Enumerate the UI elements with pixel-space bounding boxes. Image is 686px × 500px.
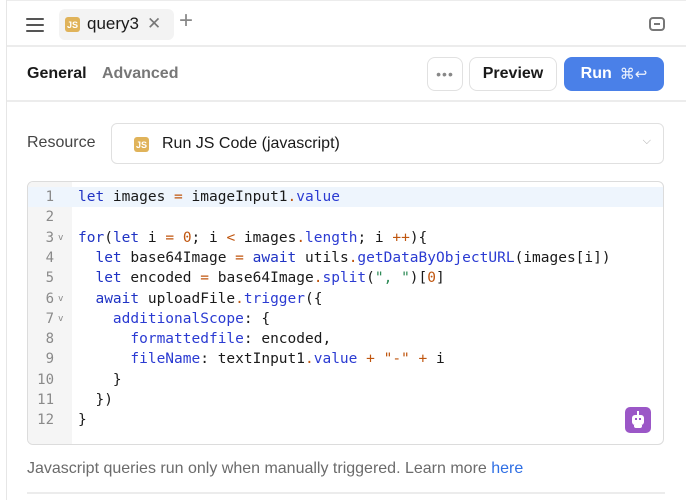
- ai-assistant-robot-icon[interactable]: [625, 407, 651, 433]
- code-text: }: [78, 412, 87, 429]
- query-editor-panel: JS query3 ✕ + General Advanced ••• Previ…: [6, 0, 686, 500]
- code-line[interactable]: 2: [28, 207, 663, 227]
- resource-select[interactable]: JS Run JS Code (javascript) ⌵: [111, 123, 664, 164]
- code-text: let encoded = base64Image.split(", ")[0]: [95, 270, 445, 287]
- code-line[interactable]: 1 let images = imageInput1.value: [28, 187, 663, 207]
- code-line[interactable]: 8 formattedfile: encoded,: [28, 329, 663, 349]
- js-icon: JS: [65, 17, 80, 32]
- code-line[interactable]: 10 }: [28, 370, 663, 390]
- code-text: }: [78, 371, 122, 388]
- code-line[interactable]: 3 v for(let i = 0; i < images.length; i ++…: [28, 228, 663, 248]
- divider: [27, 492, 665, 494]
- resource-value: Run JS Code (javascript): [162, 135, 340, 152]
- code-text: }): [78, 392, 113, 408]
- more-options-button[interactable]: •••: [427, 57, 463, 91]
- line-number: 3: [45, 229, 54, 246]
- code-line[interactable]: 7v additionalScope: {: [28, 309, 663, 329]
- tab-general[interactable]: General: [27, 65, 87, 83]
- code-text: let images = imageInput1.value: [78, 189, 340, 205]
- line-number: 10: [37, 371, 54, 388]
- query-toolbar: General Advanced ••• Preview Run ⌘↩: [7, 47, 686, 102]
- line-number: 8: [45, 331, 54, 348]
- code-editor[interactable]: 1 let images = imageInput1.value 2 3 v for(le…: [27, 181, 664, 445]
- resource-label: Resource: [27, 134, 96, 151]
- keyboard-shortcut-icon: ⌘↩: [619, 66, 648, 83]
- line-number: 1: [45, 189, 54, 205]
- info-note-text: Javascript queries run only when manuall…: [27, 460, 492, 477]
- line-number: 2: [45, 209, 54, 226]
- tab-query3[interactable]: JS query3 ✕: [59, 9, 174, 40]
- code-line[interactable]: 6v await uploadFile.trigger({: [28, 289, 663, 309]
- line-number: 7: [45, 310, 54, 327]
- code-line[interactable]: 12}: [28, 410, 663, 430]
- run-label: Run: [580, 65, 612, 82]
- code-line[interactable]: 11 }): [28, 390, 663, 410]
- query-tab-bar: JS query3 ✕ +: [7, 0, 686, 47]
- preview-button[interactable]: Preview: [469, 57, 557, 91]
- fold-chevron-icon[interactable]: v: [58, 228, 63, 248]
- code-text: fileName: textInput1.value + "-" + i: [130, 351, 445, 368]
- info-note: Javascript queries run only when manuall…: [27, 460, 523, 478]
- line-number: 11: [37, 392, 54, 408]
- run-button[interactable]: Run ⌘↩: [564, 57, 664, 91]
- code-text: await uploadFile.trigger({: [95, 290, 323, 307]
- code-text: formattedfile: encoded,: [130, 331, 332, 348]
- code-line[interactable]: 4 let base64Image = await utils.getDataB…: [28, 248, 663, 268]
- tab-label: query3: [87, 14, 139, 33]
- add-tab-button[interactable]: +: [179, 6, 193, 36]
- hamburger-icon[interactable]: [26, 17, 44, 32]
- chevron-down-icon: ⌵: [642, 135, 651, 147]
- code-text: additionalScope: {: [112, 310, 271, 327]
- line-number: 4: [45, 249, 54, 266]
- code-text: for(let i = 0; i < images.length; i ++){: [78, 229, 428, 246]
- line-number: 6: [45, 290, 54, 307]
- js-icon: JS: [134, 137, 149, 152]
- line-number: 5: [45, 270, 54, 287]
- preview-label: Preview: [482, 65, 544, 82]
- collapse-panel-icon[interactable]: [649, 17, 665, 31]
- fold-chevron-icon[interactable]: v: [58, 309, 63, 329]
- ellipsis-icon: •••: [436, 66, 454, 82]
- learn-more-link[interactable]: here: [491, 460, 523, 477]
- line-number: 12: [37, 412, 54, 429]
- close-icon[interactable]: ✕: [147, 14, 161, 34]
- code-line[interactable]: 5 let encoded = base64Image.split(", ")[…: [28, 268, 663, 288]
- line-number: 9: [45, 351, 54, 368]
- tab-advanced[interactable]: Advanced: [102, 65, 178, 83]
- code-line[interactable]: 9 fileName: textInput1.value + "-" + i: [28, 349, 663, 369]
- fold-chevron-icon[interactable]: v: [58, 289, 63, 309]
- code-text: let base64Image = await utils.getDataByO…: [95, 249, 611, 266]
